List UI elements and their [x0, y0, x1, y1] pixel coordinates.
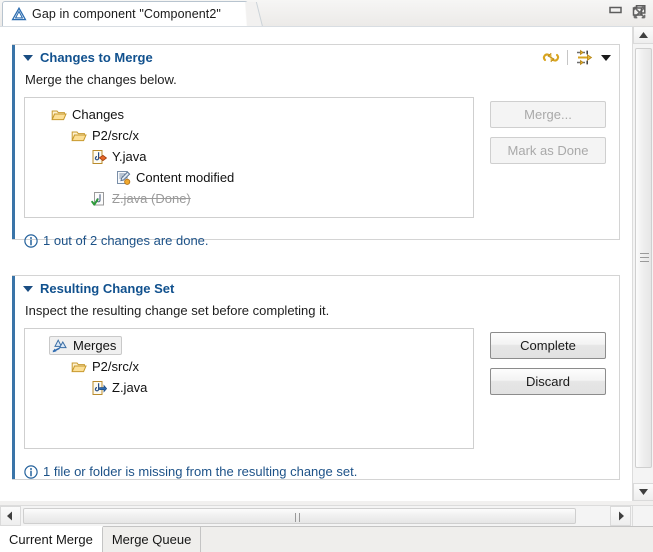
section-toolbar	[541, 48, 611, 67]
tree-row[interactable]: Z.java	[25, 377, 473, 398]
scroll-right-arrow-icon[interactable]	[610, 506, 631, 526]
scrollbar-grip-icon	[294, 513, 305, 540]
folder-icon	[71, 359, 87, 375]
tree-row[interactable]: Content modified	[25, 167, 473, 188]
view-tab-gap-in-component[interactable]: Gap in component "Component2"	[2, 1, 248, 26]
chevron-down-menu-icon[interactable]	[601, 54, 611, 61]
section-description: Inspect the resulting change set before …	[25, 303, 330, 318]
view-tab-label: Gap in component "Component2"	[32, 7, 221, 21]
chevron-down-icon[interactable]	[23, 285, 33, 292]
section-title: Changes to Merge	[40, 50, 153, 65]
merge-button[interactable]: Merge...	[490, 101, 606, 128]
tree-item-label: P2/src/x	[92, 127, 139, 143]
discard-button[interactable]: Discard	[490, 368, 606, 395]
tree-item-label: Changes	[72, 106, 125, 122]
vertical-scrollbar-thumb[interactable]	[635, 48, 652, 468]
merge-view-window: Gap in component "Component2" Changes to…	[0, 0, 653, 552]
scroll-down-arrow-icon[interactable]	[633, 483, 653, 501]
info-icon	[24, 464, 38, 479]
folder-icon	[51, 107, 67, 123]
scroll-left-arrow-icon[interactable]	[0, 506, 21, 526]
resulting-status: 1 file or folder is missing from the res…	[24, 464, 357, 479]
resulting-status-text: 1 file or folder is missing from the res…	[43, 464, 358, 479]
tree-item-label: Content modified	[136, 169, 235, 185]
tree-row[interactable]: P2/src/x	[25, 356, 473, 377]
minimize-icon[interactable]	[608, 4, 623, 17]
changes-status: 1 out of 2 changes are done.	[24, 233, 209, 248]
maximize-icon[interactable]	[632, 4, 647, 17]
tab-merge-queue-label: Merge Queue	[111, 532, 192, 547]
info-icon	[24, 233, 38, 248]
refresh-changes-icon[interactable]	[541, 48, 561, 67]
java-file-merged-icon	[91, 380, 107, 396]
section-header-resulting-change-set[interactable]: Resulting Change Set	[12, 276, 619, 301]
tree-row[interactable]: Merges	[25, 335, 473, 356]
tree-item-label: Y.java	[112, 148, 147, 164]
changes-status-text: 1 out of 2 changes are done.	[43, 233, 209, 248]
tree-item-label: Merges	[73, 337, 117, 353]
tree-item-label: Z.java	[112, 379, 148, 395]
mark-as-done-button[interactable]: Mark as Done	[490, 137, 606, 164]
tree-row[interactable]: Y.java	[25, 146, 473, 167]
tab-current-merge-label: Current Merge	[9, 532, 93, 547]
mark-as-done-button-label: Mark as Done	[507, 143, 589, 158]
section-header-changes-to-merge[interactable]: Changes to Merge	[12, 45, 619, 70]
form-body: Changes to Merge Merge the changes below…	[0, 26, 632, 501]
complete-button-label: Complete	[520, 338, 576, 353]
changes-tree[interactable]: Changes P2/src/x Y.java Content modified…	[24, 97, 474, 218]
tree-item-label: Z.java (Done)	[112, 190, 191, 206]
section-resulting-change-set: Resulting Change Set Inspect the resulti…	[12, 275, 620, 480]
merge-button-label: Merge...	[524, 107, 572, 122]
horizontal-scrollbar-thumb[interactable]	[23, 508, 576, 540]
toolbar-separator	[567, 50, 568, 65]
vertical-scrollbar[interactable]	[632, 26, 653, 501]
tree-row[interactable]: Changes	[25, 104, 473, 125]
tab-current-merge[interactable]: Current Merge	[0, 526, 103, 552]
tree-row[interactable]: Z.java (Done)	[25, 188, 473, 209]
tree-row[interactable]: P2/src/x	[25, 125, 473, 146]
resulting-change-set-tree[interactable]: Merges P2/src/x Z.java	[24, 328, 474, 449]
window-controls	[608, 4, 647, 17]
chevron-down-icon[interactable]	[23, 54, 33, 61]
collapse-all-icon[interactable]	[574, 48, 594, 67]
warning-triangle-icon	[11, 6, 27, 22]
view-titlebar: Gap in component "Component2"	[0, 0, 653, 26]
java-file-done-icon	[91, 191, 107, 207]
discard-button-label: Discard	[525, 374, 571, 389]
content-modified-icon	[115, 170, 131, 186]
section-description: Merge the changes below.	[25, 72, 177, 87]
scroll-up-arrow-icon[interactable]	[633, 26, 653, 44]
merges-icon	[52, 338, 68, 354]
java-file-changed-icon	[91, 149, 107, 165]
section-changes-to-merge: Changes to Merge Merge the changes below…	[12, 44, 620, 248]
tree-item-label: P2/src/x	[92, 358, 139, 374]
complete-button[interactable]: Complete	[490, 332, 606, 359]
scrollbar-grip-icon	[640, 253, 649, 263]
scrollbar-corner	[632, 505, 653, 526]
section-title: Resulting Change Set	[40, 281, 175, 296]
folder-icon	[71, 128, 87, 144]
horizontal-scrollbar[interactable]	[0, 505, 653, 540]
bottom-tab-bar: Current Merge Merge Queue	[0, 526, 653, 552]
tab-merge-queue[interactable]: Merge Queue	[102, 527, 202, 552]
